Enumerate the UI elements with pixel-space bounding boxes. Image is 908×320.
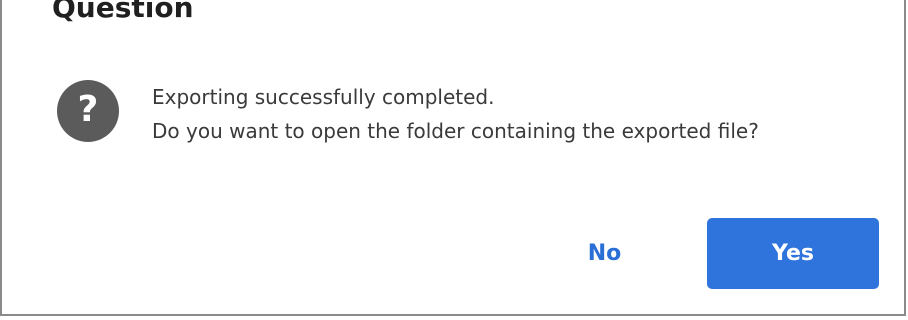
yes-button[interactable]: Yes: [707, 218, 879, 289]
question-mark-glyph: ?: [77, 89, 99, 130]
message-line-2: Do you want to open the folder containin…: [152, 119, 759, 143]
dialog-title: Question: [52, 0, 194, 24]
question-dialog: Question ? Exporting successfully comple…: [0, 0, 906, 316]
no-button[interactable]: No: [547, 218, 662, 289]
question-mark-icon: ?: [57, 80, 119, 142]
dialog-message: Exporting successfully completed. Do you…: [152, 80, 759, 148]
message-line-1: Exporting successfully completed.: [152, 85, 495, 109]
